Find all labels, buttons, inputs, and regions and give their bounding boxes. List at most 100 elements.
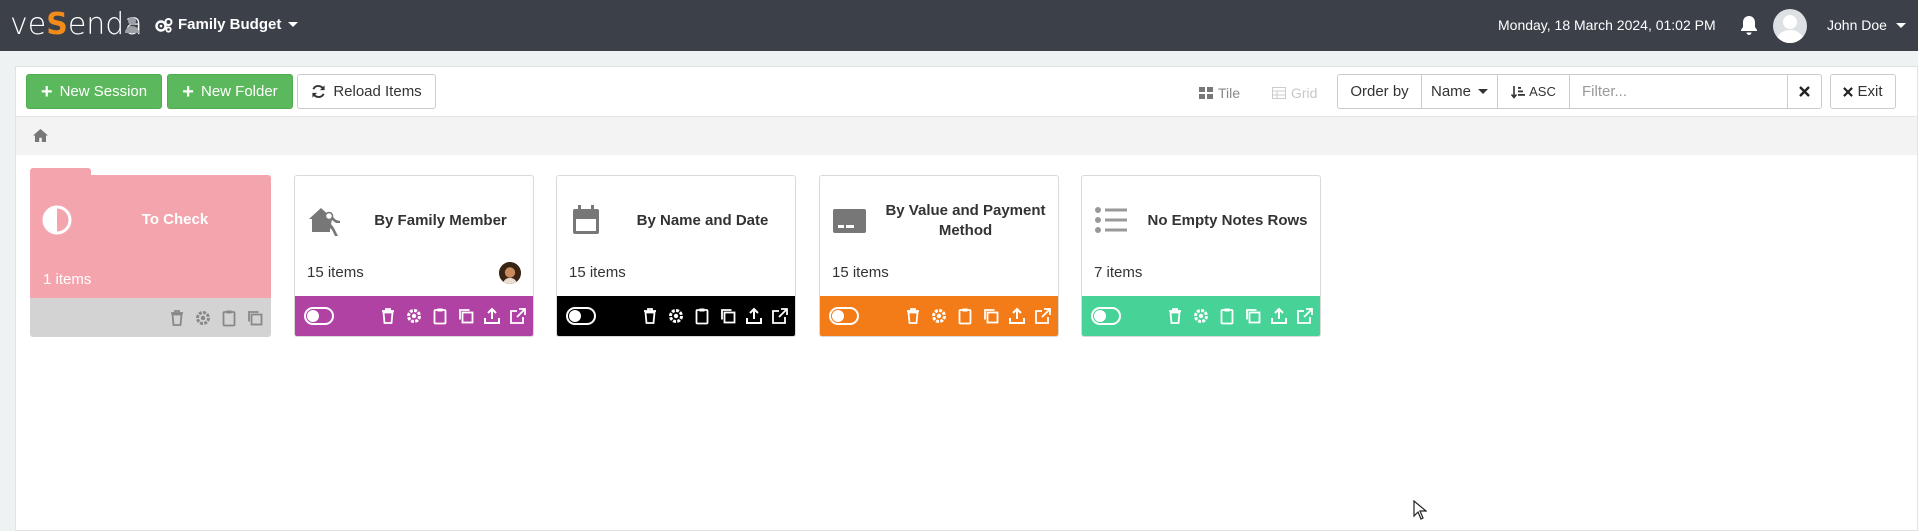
sort-amount-icon [1511, 85, 1526, 99]
grid-label: Grid [1291, 85, 1318, 101]
upload-icon[interactable] [1008, 307, 1026, 325]
card-footer [1082, 296, 1320, 336]
folder-tile-to-check[interactable]: To Check 1 items [30, 168, 271, 337]
bell-icon[interactable] [1740, 14, 1758, 36]
credit-card-icon [833, 209, 866, 233]
close-icon [1843, 86, 1854, 97]
mouse-pointer-icon [1413, 500, 1427, 520]
session-card-by-name-and-date[interactable]: By Name and Date 15 items [556, 175, 796, 337]
user-name: John Doe [1827, 17, 1887, 33]
gear-icon[interactable] [1192, 307, 1210, 325]
card-item-count: 7 items [1094, 264, 1143, 281]
session-card-by-family-member[interactable]: By Family Member 15 items [294, 175, 534, 337]
card-item-count: 15 items [307, 264, 364, 281]
new-folder-label: New Folder [200, 83, 278, 100]
session-card-no-empty-notes-rows[interactable]: No Empty Notes Rows 7 items [1081, 175, 1321, 337]
trash-icon[interactable] [641, 307, 659, 325]
cogs-icon [155, 17, 173, 33]
card-title: By Name and Date [636, 212, 769, 229]
upload-icon[interactable] [483, 307, 501, 325]
clipboard-icon[interactable] [956, 307, 974, 325]
folder-item-count: 1 items [43, 271, 92, 288]
session-card-by-value-and-payment-method[interactable]: By Value and Payment Method 15 items [819, 175, 1059, 337]
upload-icon[interactable] [1270, 307, 1288, 325]
grid-view-toggle[interactable]: Grid [1272, 85, 1317, 101]
current-datetime: Monday, 18 March 2024, 01:02 PM [1498, 17, 1716, 33]
clipboard-icon[interactable] [431, 307, 449, 325]
external-link-icon[interactable] [1296, 307, 1314, 325]
app-logo[interactable]: veSenda [10, 10, 143, 40]
clipboard-icon[interactable] [220, 309, 238, 327]
plus-icon: + [40, 80, 53, 103]
session-toggle[interactable] [829, 307, 859, 325]
gear-icon[interactable] [405, 307, 423, 325]
card-title: By Value and Payment Method [885, 202, 1046, 239]
user-icon[interactable] [124, 16, 140, 34]
new-session-label: New Session [59, 83, 148, 100]
top-navbar: veSenda Family Budget Monday, 18 March 2… [0, 0, 1918, 51]
tile-view-toggle[interactable]: Tile [1199, 85, 1240, 101]
folder-body: To Check 1 items [30, 175, 271, 298]
copy-icon[interactable] [719, 307, 737, 325]
chevron-down-icon [288, 22, 299, 27]
workspace-selector[interactable]: Family Budget [155, 16, 299, 33]
session-toggle[interactable] [1091, 307, 1121, 325]
copy-icon[interactable] [1244, 307, 1262, 325]
user-avatar[interactable] [1773, 9, 1807, 43]
card-title: By Family Member [374, 212, 507, 229]
home-icon[interactable] [32, 128, 49, 143]
list-icon [1095, 207, 1127, 233]
breadcrumb [16, 117, 1917, 155]
reload-items-label: Reload Items [333, 83, 422, 100]
workspace-name: Family Budget [178, 16, 282, 33]
copy-icon[interactable] [982, 307, 1000, 325]
trash-icon[interactable] [904, 307, 922, 325]
reload-items-button[interactable]: Reload Items [297, 74, 436, 109]
external-link-icon[interactable] [509, 307, 527, 325]
session-toggle[interactable] [566, 307, 596, 325]
copy-icon[interactable] [457, 307, 475, 325]
calendar-icon [573, 205, 599, 234]
gear-icon[interactable] [930, 307, 948, 325]
person-house-icon [309, 208, 340, 236]
avatar-placeholder-icon [1776, 15, 1804, 43]
card-title: No Empty Notes Rows [1147, 212, 1308, 229]
sort-direction-button[interactable]: ASC [1497, 74, 1570, 109]
order-by-label: Order by [1337, 74, 1422, 109]
exit-button[interactable]: Exit [1830, 74, 1896, 109]
trash-icon[interactable] [1166, 307, 1184, 325]
gear-icon[interactable] [667, 307, 685, 325]
session-toggle[interactable] [304, 307, 334, 325]
face-icon [499, 262, 521, 284]
chevron-down-icon [1478, 89, 1488, 94]
close-icon [1799, 86, 1810, 97]
upload-icon[interactable] [745, 307, 763, 325]
clipboard-icon[interactable] [693, 307, 711, 325]
order-by-text: Order by [1350, 83, 1409, 100]
new-session-button[interactable]: + New Session [26, 74, 162, 109]
refresh-icon [312, 85, 325, 98]
gear-icon[interactable] [194, 309, 212, 327]
card-item-count: 15 items [832, 264, 889, 281]
trash-icon[interactable] [168, 309, 186, 327]
order-field-value: Name [1430, 83, 1471, 100]
external-link-icon[interactable] [1034, 307, 1052, 325]
card-footer [820, 296, 1058, 336]
new-folder-button[interactable]: + New Folder [167, 74, 293, 109]
sort-direction-value: ASC [1529, 84, 1556, 99]
card-footer [557, 296, 795, 336]
filter-input[interactable] [1569, 74, 1788, 109]
clipboard-icon[interactable] [1218, 307, 1236, 325]
order-field-dropdown[interactable]: Name [1421, 74, 1498, 109]
clear-filter-button[interactable] [1787, 74, 1822, 109]
trash-icon[interactable] [379, 307, 397, 325]
external-link-icon[interactable] [771, 307, 789, 325]
chevron-down-icon [1895, 22, 1906, 28]
folder-footer [30, 298, 271, 337]
user-menu[interactable]: John Doe [1827, 17, 1906, 33]
copy-icon[interactable] [246, 309, 264, 327]
member-avatar [499, 262, 521, 284]
plus-icon: + [182, 80, 194, 103]
tile-label: Tile [1218, 85, 1241, 101]
table-icon [1272, 87, 1286, 99]
